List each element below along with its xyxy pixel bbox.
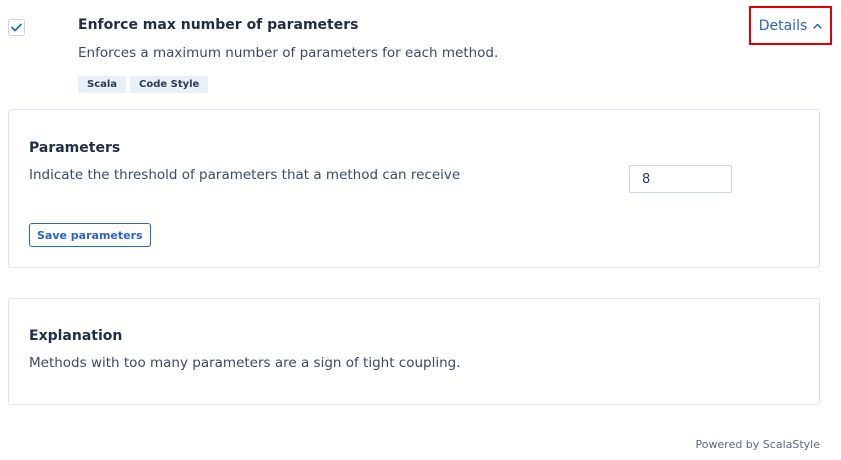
rule-title: Enforce max number of parameters	[78, 17, 359, 33]
chevron-up-icon	[813, 23, 823, 29]
parameters-prompt: Indicate the threshold of parameters tha…	[29, 167, 461, 183]
check-icon	[11, 23, 22, 32]
explanation-heading: Explanation	[29, 328, 123, 344]
powered-by-footer: Powered by ScalaStyle	[695, 438, 820, 451]
parameters-heading: Parameters	[29, 140, 121, 156]
explanation-text: Methods with too many parameters are a s…	[29, 355, 461, 371]
save-parameters-button[interactable]: Save parameters	[29, 223, 151, 247]
rule-description: Enforces a maximum number of parameters …	[78, 45, 499, 61]
threshold-input[interactable]	[629, 165, 732, 193]
parameters-card: Parameters Indicate the threshold of par…	[8, 109, 820, 268]
explanation-card: Explanation Methods with too many parame…	[8, 298, 820, 405]
tag-code-style: Code Style	[130, 76, 209, 93]
rule-enabled-checkbox[interactable]	[8, 19, 25, 36]
tag-scala: Scala	[78, 76, 127, 93]
details-toggle-button[interactable]: Details	[749, 6, 832, 45]
details-label: Details	[758, 17, 808, 34]
